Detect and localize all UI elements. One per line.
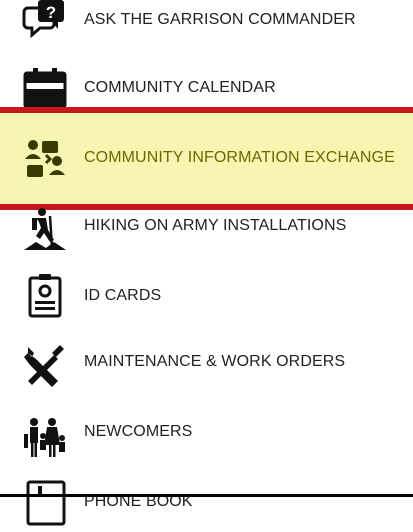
menu-item-maintenance[interactable]: MAINTENANCE & WORK ORDERS xyxy=(0,329,413,393)
menu-item-label: ID CARDS xyxy=(84,287,162,304)
menu-item-id-cards[interactable]: ID CARDS xyxy=(0,262,413,326)
svg-text:?: ? xyxy=(46,3,56,22)
menu-item-phone-book[interactable]: PHONE BOOK xyxy=(0,468,413,532)
menu-item-label: NEWCOMERS xyxy=(84,423,193,440)
menu-item-label: HIKING ON ARMY INSTALLATIONS xyxy=(84,217,347,234)
people-exchange-icon xyxy=(22,137,68,183)
family-icon xyxy=(22,414,68,460)
menu-item-label: MAINTENANCE & WORK ORDERS xyxy=(84,353,346,370)
menu-item-label: COMMUNITY CALENDAR xyxy=(84,79,276,96)
menu-item-label: COMMUNITY INFORMATION EXCHANGE xyxy=(84,149,395,166)
hiker-icon xyxy=(22,206,68,252)
wrench-hammer-icon xyxy=(22,343,68,389)
menu-item-ask-garrison-commander[interactable]: ? ASK THE GARRISON COMMANDER xyxy=(0,0,413,50)
phone-book-icon xyxy=(22,480,68,526)
menu-item-newcomers[interactable]: NEWCOMERS xyxy=(0,398,413,462)
id-card-icon xyxy=(22,273,68,319)
menu-item-hiking[interactable]: HIKING ON ARMY INSTALLATIONS xyxy=(0,192,413,256)
menu-item-community-information-exchange[interactable]: COMMUNITY INFORMATION EXCHANGE xyxy=(0,113,413,204)
calendar-icon xyxy=(22,65,68,111)
navigation-menu: ? ASK THE GARRISON COMMANDER COMMUNITY C… xyxy=(0,0,413,526)
menu-item-label: ASK THE GARRISON COMMANDER xyxy=(84,11,356,28)
chat-question-icon: ? xyxy=(22,0,68,44)
